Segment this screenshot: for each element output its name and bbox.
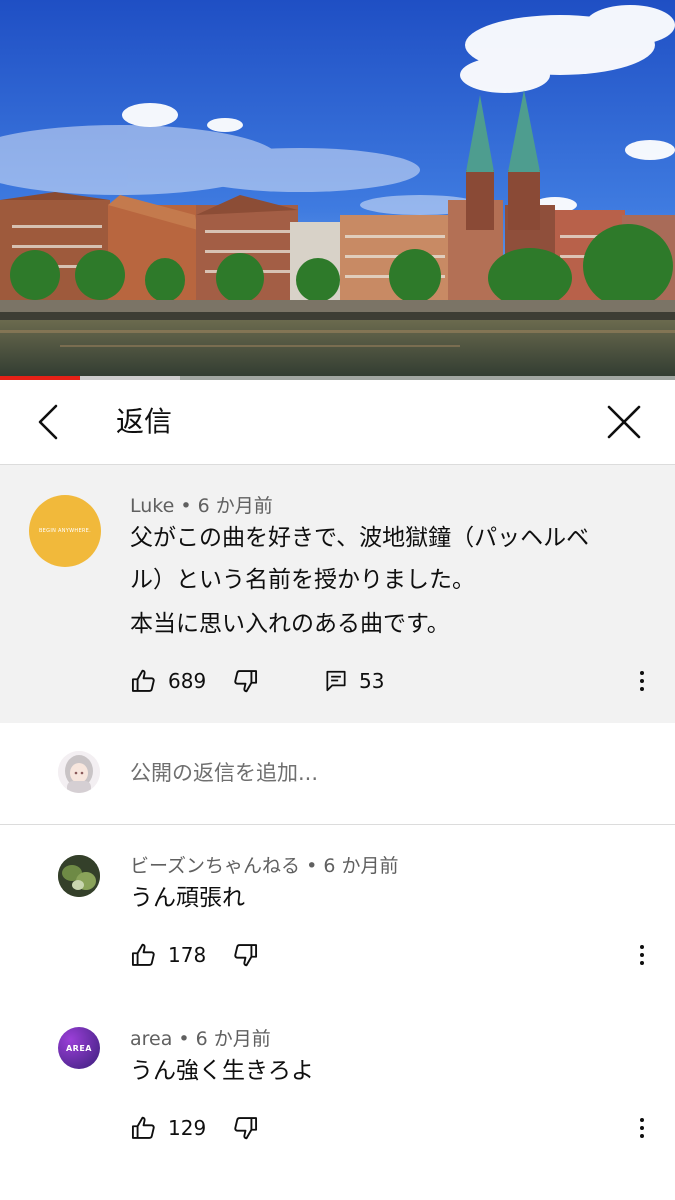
avatar[interactable]: AREA — [58, 1027, 100, 1069]
like-button[interactable]: 129 — [130, 1114, 206, 1142]
comment-time: 6 か月前 — [195, 1028, 271, 1050]
thumbs-down-icon — [234, 944, 258, 967]
comment-text: うん強く生きろよ — [130, 1058, 314, 1084]
dislike-button[interactable] — [231, 667, 259, 695]
comment-line: ル）という名前を授かりました。 — [130, 567, 475, 593]
comment-line: 本当に思い入れのある曲です。 — [130, 611, 450, 637]
dot — [640, 1126, 644, 1130]
comment-time: 6 か月前 — [197, 495, 273, 517]
dislike-button[interactable] — [231, 941, 259, 969]
comment-line: 父がこの曲を好きで、波地獄鐘（パッヘルベ — [130, 525, 590, 551]
comment-author[interactable]: ビーズンちゃんねる — [130, 855, 300, 877]
like-count: 129 — [168, 1116, 207, 1140]
dot — [640, 1134, 644, 1138]
comment-author[interactable]: area — [130, 1028, 172, 1050]
like-count: 689 — [168, 669, 207, 693]
like-count: 178 — [168, 943, 207, 967]
dot — [640, 1118, 644, 1122]
thumbs-up-icon — [131, 1116, 155, 1139]
avatar-photo — [58, 855, 100, 897]
comment-meta: area • 6 か月前 — [130, 1027, 271, 1051]
meta-separator: • — [306, 855, 324, 877]
parent-comment: BEGIN ANYWHERE. Luke • 6 か月前 父がこの曲を好きで、波… — [0, 465, 675, 723]
close-icon — [607, 405, 641, 439]
like-button[interactable]: 178 — [130, 941, 206, 969]
dot — [640, 671, 644, 675]
video-player[interactable] — [0, 0, 675, 380]
chevron-left-icon — [38, 404, 58, 440]
reply-count: 53 — [359, 669, 385, 693]
comment-meta: Luke • 6 か月前 — [130, 494, 273, 518]
meta-separator: • — [178, 1028, 196, 1050]
dot — [640, 961, 644, 965]
thumbs-down-icon — [234, 670, 258, 693]
close-button[interactable] — [602, 400, 646, 444]
meta-separator: • — [180, 495, 198, 517]
like-button[interactable]: 689 — [130, 667, 206, 695]
dot — [640, 679, 644, 683]
avatar-logo-text: BEGIN ANYWHERE. — [38, 528, 92, 534]
back-button[interactable] — [28, 400, 72, 444]
thumbs-down-icon — [234, 1117, 258, 1140]
replies-header: 返信 — [0, 380, 675, 465]
thumbs-up-icon — [131, 943, 155, 966]
comment-meta: ビーズンちゃんねる • 6 か月前 — [130, 854, 399, 878]
comment-time: 6 か月前 — [323, 855, 399, 877]
add-reply-row: 公開の返信を追加... — [0, 723, 675, 825]
video-thumbnail — [0, 0, 675, 380]
more-options-button[interactable] — [630, 1112, 654, 1144]
avatar-logo-text: AREA — [65, 1043, 92, 1053]
reply-input[interactable]: 公開の返信を追加... — [130, 759, 318, 787]
user-avatar-illustration — [58, 751, 100, 793]
thumbs-up-icon — [131, 669, 155, 692]
avatar[interactable] — [58, 855, 100, 897]
dislike-button[interactable] — [231, 1114, 259, 1142]
more-options-button[interactable] — [630, 665, 654, 697]
page-title: 返信 — [116, 405, 173, 438]
comment-icon — [326, 670, 346, 692]
comment-text: うん頑張れ — [130, 885, 245, 911]
replies-count-button[interactable]: 53 — [323, 667, 384, 695]
dot — [640, 687, 644, 691]
avatar[interactable]: BEGIN ANYWHERE. — [29, 495, 101, 567]
avatar-logo: AREA — [58, 1027, 100, 1069]
more-options-button[interactable] — [630, 939, 654, 971]
avatar — [58, 751, 100, 793]
dot — [640, 945, 644, 949]
comment-author[interactable]: Luke — [130, 495, 174, 517]
dot — [640, 953, 644, 957]
